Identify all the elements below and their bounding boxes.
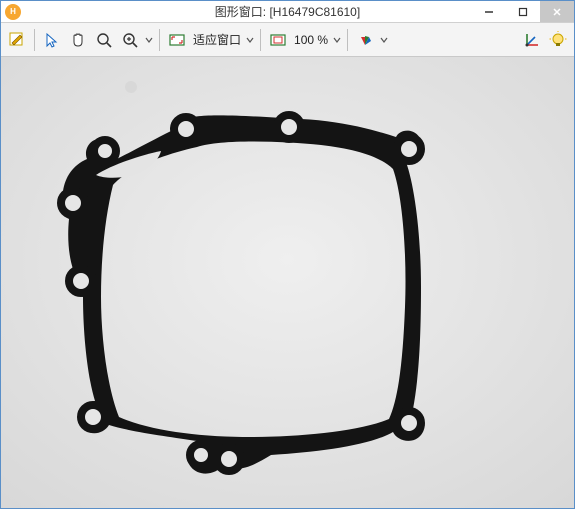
toolbar: 适应窗口 100 %: [1, 23, 574, 57]
zoom-percent-button[interactable]: [266, 28, 290, 52]
maximize-button[interactable]: [506, 1, 540, 22]
chevron-down-icon: [380, 36, 388, 44]
color-fan-icon: [356, 31, 374, 49]
toolbar-separator: [159, 29, 160, 51]
close-icon: [552, 7, 562, 17]
graphics-canvas[interactable]: [1, 57, 574, 508]
fit-window-icon: [168, 31, 186, 49]
pointer-tool-button[interactable]: [40, 28, 64, 52]
fit-window-group: 适应窗口: [165, 28, 255, 52]
lightbulb-icon: [549, 31, 567, 49]
axes-tool-button[interactable]: [520, 28, 544, 52]
window-controls: [472, 1, 574, 22]
pencil-icon: [8, 31, 26, 49]
close-button[interactable]: [540, 1, 574, 22]
hand-icon: [69, 31, 87, 49]
zoom-percent-group: 100 %: [266, 28, 342, 52]
zoom-percent-label: 100 %: [292, 33, 330, 47]
minimize-icon: [484, 7, 494, 17]
toolbar-separator: [260, 29, 261, 51]
graphics-window: H 图形窗口: [H16479C81610]: [0, 0, 575, 509]
magnifier-plus-icon: [121, 31, 139, 49]
pan-tool-button[interactable]: [66, 28, 90, 52]
fit-dropdown[interactable]: [245, 36, 255, 44]
toolbar-separator: [347, 29, 348, 51]
zoom-percent-icon: [269, 31, 287, 49]
chevron-down-icon: [246, 36, 254, 44]
zoom-percent-dropdown[interactable]: [332, 36, 342, 44]
zoom-in-tool-button[interactable]: [118, 28, 142, 52]
hint-tool-button[interactable]: [546, 28, 570, 52]
titlebar: H 图形窗口: [H16479C81610]: [1, 1, 574, 23]
axes-icon: [523, 31, 541, 49]
app-icon: H: [5, 4, 21, 20]
color-dropdown[interactable]: [379, 36, 389, 44]
chevron-down-icon: [333, 36, 341, 44]
edit-tool-button[interactable]: [5, 28, 29, 52]
fit-window-button[interactable]: [165, 28, 189, 52]
chevron-down-icon: [145, 36, 153, 44]
toolbar-separator: [34, 29, 35, 51]
zoom-tool-button[interactable]: [92, 28, 116, 52]
gasket-image: [1, 57, 574, 508]
magnifier-icon: [95, 31, 113, 49]
fit-window-label: 适应窗口: [191, 31, 243, 48]
zoom-dropdown[interactable]: [144, 36, 154, 44]
color-tool-button[interactable]: [353, 28, 377, 52]
pointer-icon: [43, 31, 61, 49]
minimize-button[interactable]: [472, 1, 506, 22]
maximize-icon: [518, 7, 528, 17]
